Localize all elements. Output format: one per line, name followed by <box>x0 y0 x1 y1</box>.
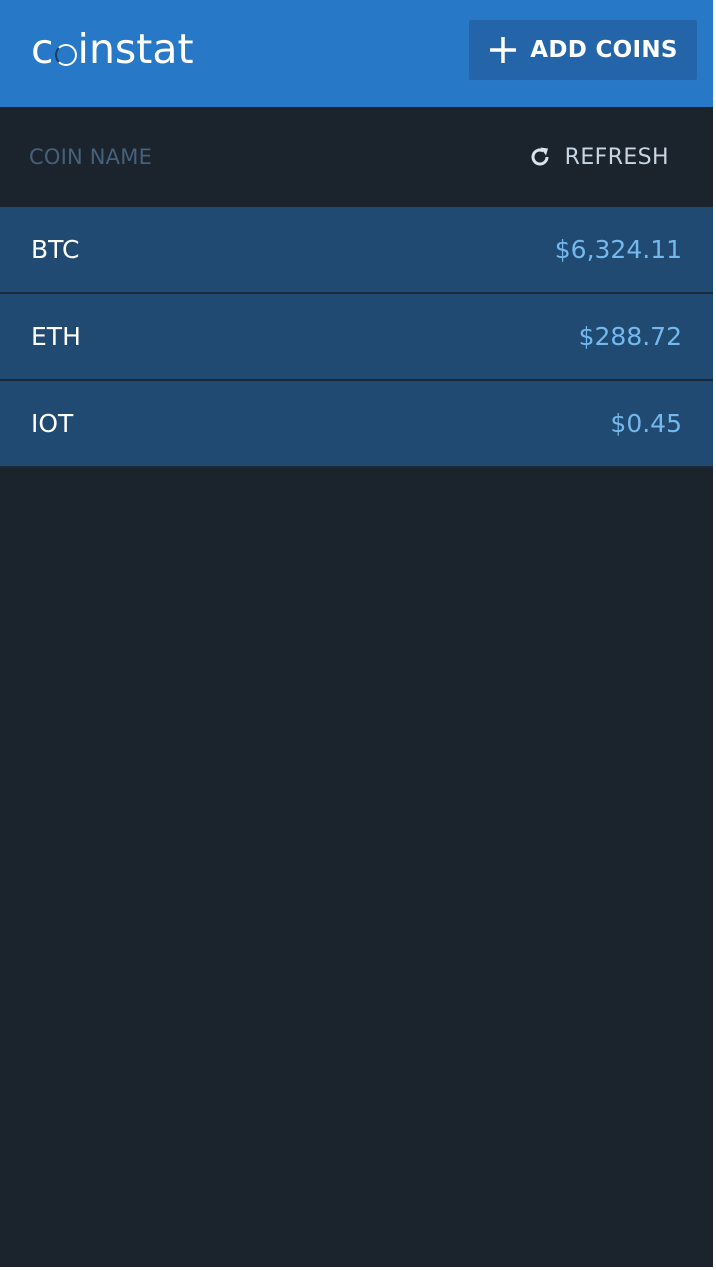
plus-icon <box>490 37 517 63</box>
coin-row-eth[interactable]: ETH $288.72 <box>0 294 713 381</box>
coin-price: $0.45 <box>610 409 682 438</box>
coin-price: $288.72 <box>578 322 682 351</box>
refresh-label: REFRESH <box>564 144 669 170</box>
coin-price: $6,324.11 <box>554 235 682 264</box>
coin-name: ETH <box>31 322 81 351</box>
add-coins-button[interactable]: ADD COINS <box>469 20 697 80</box>
add-coins-label: ADD COINS <box>530 37 678 63</box>
logo-o-icon <box>54 43 77 66</box>
logo-text-end: instat <box>77 25 194 73</box>
refresh-icon <box>531 147 549 166</box>
coin-list: BTC $6,324.11 ETH $288.72 IOT $0.45 <box>0 207 713 468</box>
coin-row-btc[interactable]: BTC $6,324.11 <box>0 207 713 294</box>
logo-text-start: c <box>31 25 54 73</box>
coin-row-iot[interactable]: IOT $0.45 <box>0 381 713 468</box>
coinstat-logo: c instat <box>31 29 194 70</box>
coin-name: IOT <box>31 409 74 438</box>
app-container: c instat ADD COINS COIN NAME REFRESH BTC … <box>0 0 713 1267</box>
list-header: COIN NAME REFRESH <box>0 107 713 207</box>
top-bar: c instat ADD COINS <box>0 0 713 107</box>
coin-name: BTC <box>31 235 80 264</box>
coin-name-column-label: COIN NAME <box>29 145 153 169</box>
refresh-button[interactable]: REFRESH <box>528 145 669 170</box>
